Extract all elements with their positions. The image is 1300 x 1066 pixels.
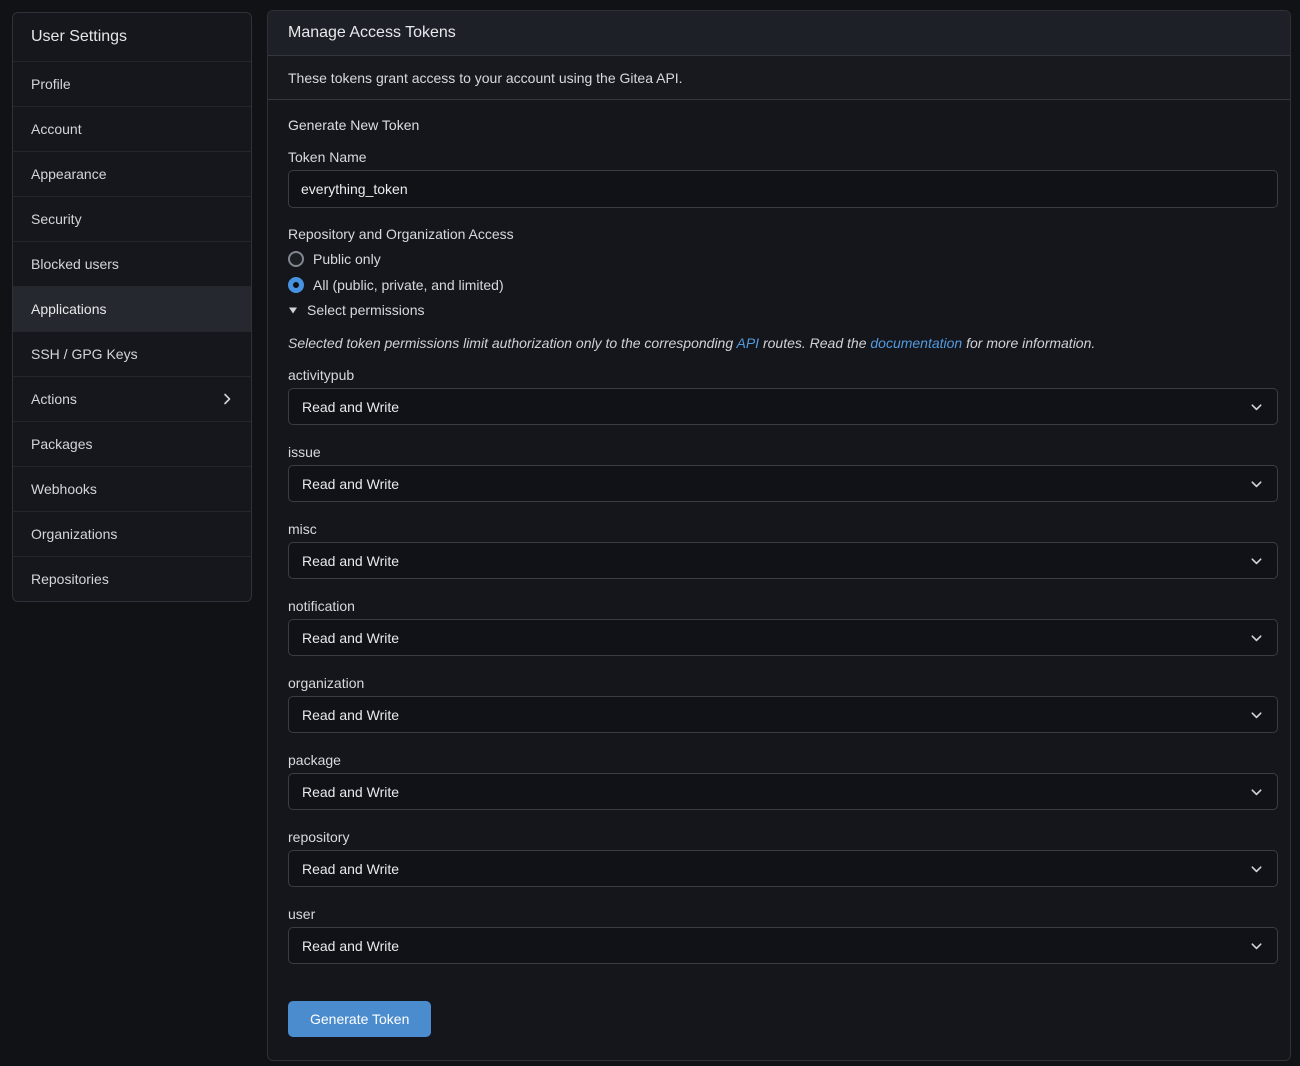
scope-select-issue[interactable]: Read and Write <box>288 465 1278 502</box>
scope-select-organization[interactable]: Read and Write <box>288 696 1278 733</box>
token-name-label: Token Name <box>288 149 1270 165</box>
radio-all-access[interactable]: All (public, private, and limited) <box>288 276 1270 294</box>
sidebar-item-label: Profile <box>31 76 71 92</box>
generate-token-button[interactable]: Generate Token <box>288 1001 431 1037</box>
scope-label: repository <box>288 829 1270 845</box>
sidebar-item-label: Repositories <box>31 571 109 587</box>
sidebar-item-packages[interactable]: Packages <box>13 421 251 466</box>
scope-group-misc: misc Read and Write <box>288 521 1270 579</box>
chevron-down-icon <box>1249 477 1264 495</box>
radio-public-only[interactable]: Public only <box>288 250 1270 268</box>
sidebar-item-label: Security <box>31 211 82 227</box>
access-scope-label: Repository and Organization Access <box>288 226 1270 242</box>
note-text: for more information. <box>962 335 1095 351</box>
chevron-down-icon <box>1249 862 1264 880</box>
panel-title: Manage Access Tokens <box>268 11 1290 56</box>
radio-label: Public only <box>313 251 381 267</box>
select-permissions-label: Select permissions <box>307 302 425 318</box>
documentation-link[interactable]: documentation <box>870 335 962 351</box>
chevron-down-icon <box>1249 400 1264 418</box>
sidebar-item-label: Webhooks <box>31 481 97 497</box>
token-name-input[interactable] <box>288 170 1278 208</box>
manage-access-tokens-panel: Manage Access Tokens These tokens grant … <box>267 10 1291 1061</box>
sidebar-item-ssh-gpg-keys[interactable]: SSH / GPG Keys <box>13 331 251 376</box>
scope-group-repository: repository Read and Write <box>288 829 1270 887</box>
chevron-down-icon <box>1249 785 1264 803</box>
scope-label: misc <box>288 521 1270 537</box>
radio-button-icon[interactable] <box>288 251 304 267</box>
chevron-down-icon <box>1249 631 1264 649</box>
scope-select-value: Read and Write <box>302 861 399 877</box>
sidebar-item-appearance[interactable]: Appearance <box>13 151 251 196</box>
sidebar-item-security[interactable]: Security <box>13 196 251 241</box>
panel-description: These tokens grant access to your accoun… <box>268 56 1290 100</box>
scope-label: user <box>288 906 1270 922</box>
sidebar-item-label: Blocked users <box>31 256 119 272</box>
chevron-right-icon <box>219 391 235 407</box>
scope-select-value: Read and Write <box>302 399 399 415</box>
scope-select-value: Read and Write <box>302 707 399 723</box>
scope-group-package: package Read and Write <box>288 752 1270 810</box>
scope-label: notification <box>288 598 1270 614</box>
scope-select-value: Read and Write <box>302 553 399 569</box>
sidebar-item-label: SSH / GPG Keys <box>31 346 138 362</box>
sidebar-item-label: Actions <box>31 391 77 407</box>
sidebar-item-blocked-users[interactable]: Blocked users <box>13 241 251 286</box>
radio-label: All (public, private, and limited) <box>313 277 504 293</box>
sidebar-item-label: Organizations <box>31 526 117 542</box>
sidebar-item-label: Packages <box>31 436 92 452</box>
api-link[interactable]: API <box>737 335 760 351</box>
sidebar-item-account[interactable]: Account <box>13 106 251 151</box>
sidebar-item-profile[interactable]: Profile <box>13 61 251 106</box>
scope-select-value: Read and Write <box>302 938 399 954</box>
radio-button-selected-icon[interactable] <box>288 277 304 293</box>
note-text: routes. Read the <box>759 335 870 351</box>
generate-token-form: Generate New Token Token Name Repository… <box>268 100 1290 1060</box>
sidebar-item-actions[interactable]: Actions <box>13 376 251 421</box>
scope-select-value: Read and Write <box>302 476 399 492</box>
sidebar-item-repositories[interactable]: Repositories <box>13 556 251 601</box>
sidebar-item-applications[interactable]: Applications <box>13 286 251 331</box>
scope-group-organization: organization Read and Write <box>288 675 1270 733</box>
scope-group-user: user Read and Write <box>288 906 1270 964</box>
sidebar-item-webhooks[interactable]: Webhooks <box>13 466 251 511</box>
sidebar-title: User Settings <box>13 13 251 61</box>
note-text: Selected token permissions limit authori… <box>288 335 737 351</box>
scope-label: issue <box>288 444 1270 460</box>
scope-select-repository[interactable]: Read and Write <box>288 850 1278 887</box>
scope-group-notification: notification Read and Write <box>288 598 1270 656</box>
section-title: Generate New Token <box>288 117 1270 133</box>
chevron-down-icon <box>1249 554 1264 572</box>
sidebar-item-organizations[interactable]: Organizations <box>13 511 251 556</box>
scope-label: organization <box>288 675 1270 691</box>
scope-select-value: Read and Write <box>302 630 399 646</box>
scope-select-user[interactable]: Read and Write <box>288 927 1278 964</box>
scope-select-misc[interactable]: Read and Write <box>288 542 1278 579</box>
permissions-note: Selected token permissions limit authori… <box>288 335 1270 351</box>
scope-group-issue: issue Read and Write <box>288 444 1270 502</box>
scope-label: package <box>288 752 1270 768</box>
scope-group-activitypub: activitypub Read and Write <box>288 367 1270 425</box>
settings-sidebar: User Settings Profile Account Appearance… <box>12 12 252 602</box>
select-permissions-toggle[interactable]: Select permissions <box>288 302 1270 318</box>
scope-label: activitypub <box>288 367 1270 383</box>
sidebar-item-label: Appearance <box>31 166 107 182</box>
scope-select-notification[interactable]: Read and Write <box>288 619 1278 656</box>
scope-select-activitypub[interactable]: Read and Write <box>288 388 1278 425</box>
chevron-down-icon <box>1249 939 1264 957</box>
scope-select-package[interactable]: Read and Write <box>288 773 1278 810</box>
sidebar-item-label: Account <box>31 121 82 137</box>
sidebar-item-label: Applications <box>31 301 107 317</box>
caret-down-icon <box>288 305 298 315</box>
chevron-down-icon <box>1249 708 1264 726</box>
scope-select-value: Read and Write <box>302 784 399 800</box>
